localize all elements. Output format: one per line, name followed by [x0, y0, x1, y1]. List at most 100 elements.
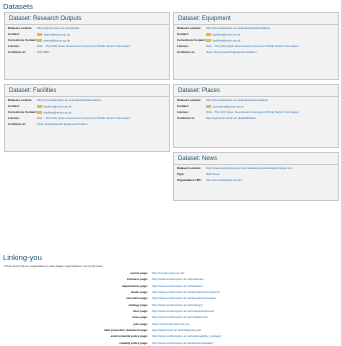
- dataset-row: License: OGL - The (UK) Open Government L…: [8, 45, 166, 49]
- dataset-row-value: OAI-PMH: [37, 51, 166, 55]
- dataset-row-label: Dataset Location:: [177, 166, 202, 170]
- dataset-row-value: OGL - The (UK) Open Government License f…: [206, 45, 335, 49]
- dataset-row-link[interactable]: operations@soton.ac.uk: [213, 104, 244, 108]
- dataset-card-places: Dataset: Places Dataset Location: http://i…: [173, 84, 339, 148]
- dataset-row-label: License:: [177, 110, 189, 115]
- dataset-row-value: http://opencorp.soton.ac.uk/wiki/Places: [206, 116, 335, 121]
- dataset-row-link[interactable]: http://www.southampton.ac.uk/mediacentre…: [206, 166, 292, 170]
- mail-icon: [206, 32, 211, 36]
- dataset-row-label: Contact:: [8, 31, 20, 36]
- dataset-row-link[interactable]: OGL - The (UK) Open Government License f…: [206, 44, 299, 49]
- dataset-row-value: http://www.southampton.ac.uk/mediacentre…: [206, 166, 335, 171]
- dataset-row-label: Dataset Location:: [8, 98, 33, 102]
- dataset-row-value: facilities@soton.ac.uk: [37, 104, 166, 109]
- dataset-row-label: Type:: [177, 171, 185, 176]
- dataset-row-label: Corrections Contact:: [8, 110, 37, 115]
- dataset-row-value: eprints@soton.ac.uk: [37, 39, 166, 43]
- dataset-row-value: http://id.southampton.ac.uk/dataset/plac…: [206, 98, 335, 103]
- dataset-row: Conforms to: http://opencorp.soton.ac.uk/…: [177, 116, 335, 121]
- dataset-row-link[interactable]: http://opencorp.soton.ac.uk/wiki/Places: [206, 116, 256, 120]
- dataset-row-value: facilities@soton.ac.uk: [206, 39, 335, 43]
- dataset-row-label: Conforms to:: [177, 50, 196, 55]
- dataset-row-link[interactable]: Open Org Research Equipment Pattern: [206, 50, 257, 55]
- dataset-row: Corrections Contact: facilities@soton.ac.…: [8, 110, 166, 115]
- dataset-row-link[interactable]: RSS Feed: [206, 172, 219, 176]
- dataset-row-label: License:: [8, 116, 20, 121]
- dataset-card-title: Dataset: Facilities: [5, 87, 169, 97]
- dataset-row-link[interactable]: facilities@soton.ac.uk: [213, 32, 241, 36]
- dataset-row-label: Dataset Location:: [8, 26, 33, 30]
- dataset-row: Corrections Contact: facilities@soton.ac.…: [177, 38, 335, 43]
- dataset-row: License: OGL - The (UK) Open Government L…: [177, 45, 335, 49]
- dataset-row: Dataset Location: http://id.southampton.a…: [8, 98, 166, 103]
- dataset-row-label: Corrections Contact:: [177, 38, 206, 43]
- dataset-row-value: Open Org Research Equipment Pattern: [37, 123, 166, 127]
- dataset-row-link[interactable]: http://eprints.soton.ac.uk/cgi/oai2: [37, 26, 79, 30]
- dataset-row-link[interactable]: http://id.southampton.ac.uk/dataset/faci…: [37, 98, 101, 102]
- mail-icon: [37, 111, 42, 115]
- dataset-row-value: facilities@soton.ac.uk: [37, 111, 166, 115]
- dataset-row-link[interactable]: facilities@soton.ac.uk: [44, 104, 72, 108]
- dataset-row-link[interactable]: http://id.southampton.ac.uk/: [206, 178, 242, 182]
- dataset-row: Contact: eprints@soton.ac.uk: [8, 31, 166, 37]
- dataset-row-link[interactable]: Open Org Research Equipment Pattern: [37, 122, 88, 127]
- dataset-row-link[interactable]: facilities@soton.ac.uk: [213, 39, 241, 43]
- dataset-row-value: eprints@soton.ac.uk: [37, 32, 166, 37]
- mail-icon: [206, 104, 211, 108]
- linking-intro-text: These items link an organisation to web-…: [4, 264, 104, 268]
- dataset-row-label: Conforms to:: [177, 116, 196, 121]
- mail-icon: [206, 39, 211, 43]
- dataset-row: Contact: operations@soton.ac.uk: [177, 103, 335, 109]
- dataset-row: Dataset Location: http://id.southampton.a…: [177, 26, 335, 31]
- dataset-row-value: http://id.southampton.ac.uk/: [206, 178, 335, 183]
- dataset-card-title: Dataset: News: [174, 155, 338, 165]
- dataset-row-value: OGL - The (UK) Open Government License f…: [37, 117, 166, 121]
- dataset-row-label: Contact:: [177, 103, 189, 108]
- dataset-row-label: Corrections Contact:: [8, 38, 37, 43]
- dataset-row-label: Organization URI:: [177, 177, 202, 182]
- dataset-row: Conforms to: Open Org Research Equipment …: [8, 123, 166, 127]
- dataset-card-equipment: Dataset: Equipment Dataset Location: http:…: [173, 12, 339, 80]
- dataset-row-link[interactable]: eprints@soton.ac.uk: [44, 39, 70, 43]
- dataset-card-title: Dataset: Equipment: [174, 15, 338, 25]
- dataset-row-link[interactable]: OGL - The (UK) Open Government License f…: [206, 110, 299, 114]
- dataset-row-label: Dataset Location:: [177, 26, 202, 30]
- dataset-card-title: Dataset: Places: [174, 87, 338, 97]
- mail-icon: [37, 104, 42, 108]
- dataset-row-value: http://id.southampton.ac.uk/dataset/faci…: [206, 26, 335, 31]
- linking-row: equality policy page: http://www.southamp…: [0, 340, 341, 346]
- dataset-row: Contact: facilities@soton.ac.uk: [177, 31, 335, 37]
- dataset-row-value: http://eprints.soton.ac.uk/cgi/oai2: [37, 26, 166, 31]
- dataset-row: Conforms to: Open Org Research Equipment …: [177, 51, 335, 55]
- dataset-card-title: Dataset: Research Outputs: [5, 15, 169, 25]
- linking-table: events page: http://events.soton.ac.uk/bu…: [0, 270, 341, 346]
- dataset-row-value: OGL - The (UK) Open Government License f…: [206, 110, 335, 115]
- dataset-row-label: License:: [8, 44, 20, 49]
- dataset-row-link[interactable]: http://id.southampton.ac.uk/dataset/faci…: [206, 26, 270, 30]
- dataset-row-label: Contact:: [177, 31, 189, 36]
- dataset-row-label: Conforms to:: [8, 50, 27, 55]
- dataset-row-link[interactable]: OGL - The (UK) Open Government License f…: [37, 116, 130, 121]
- dataset-card-facilities: Dataset: Facilities Dataset Location: http…: [4, 84, 170, 152]
- dataset-row: License: OGL - The (UK) Open Government L…: [8, 117, 166, 121]
- dataset-row-link[interactable]: OGL - The (UK) Open Government License f…: [37, 44, 130, 49]
- dataset-row-value: Open Org Research Equipment Pattern: [206, 51, 335, 55]
- dataset-row: Dataset Location: http://id.southampton.a…: [177, 98, 335, 103]
- dataset-row: Dataset Location: http://www.southampton.…: [177, 166, 335, 171]
- dataset-card-news: Dataset: News Dataset Location: http://www…: [173, 152, 339, 201]
- linking-row-label: equality policy page:: [119, 340, 148, 345]
- mail-icon: [37, 32, 42, 36]
- dataset-row-link[interactable]: facilities@soton.ac.uk: [44, 111, 72, 115]
- dataset-row: Corrections Contact: eprints@soton.ac.uk: [8, 38, 166, 43]
- linking-row-link[interactable]: http://www.southampton.ac.uk/aboutus/equ…: [152, 340, 213, 346]
- dataset-row-label: Dataset Location:: [177, 98, 202, 102]
- dataset-row: Contact: facilities@soton.ac.uk: [8, 104, 166, 109]
- dataset-row-link[interactable]: eprints@soton.ac.uk: [44, 32, 70, 36]
- dataset-row-link[interactable]: http://id.southampton.ac.uk/dataset/plac…: [206, 98, 268, 102]
- linking-you-heading: Linking-you: [3, 253, 42, 262]
- dataset-row-link[interactable]: OAI-PMH: [37, 50, 49, 55]
- dataset-row: License: OGL - The (UK) Open Government L…: [177, 110, 335, 115]
- dataset-row-value: facilities@soton.ac.uk: [206, 32, 335, 37]
- dataset-row-value: RSS Feed: [206, 172, 335, 177]
- dataset-row: Conforms to: OAI-PMH: [8, 51, 166, 55]
